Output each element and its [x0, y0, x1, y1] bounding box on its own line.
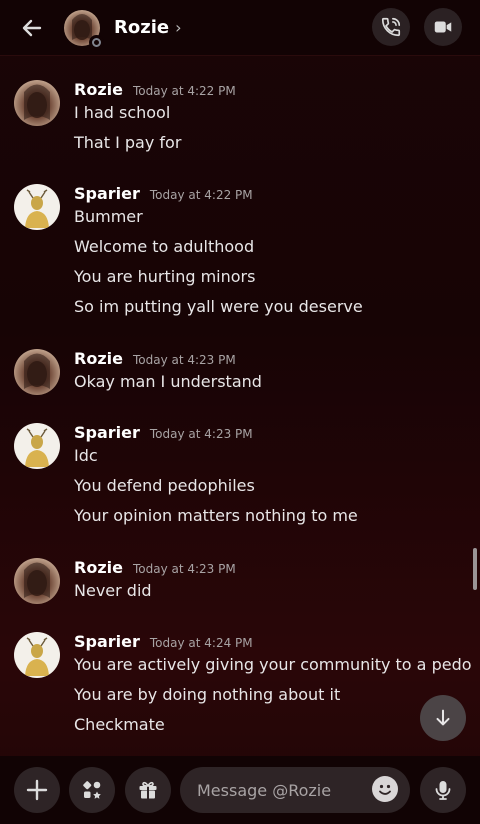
apps-icon: [83, 781, 101, 799]
message-text[interactable]: Never did: [74, 581, 152, 600]
plus-icon: [26, 779, 48, 801]
message-text[interactable]: So im putting yall were you deserve: [74, 297, 363, 316]
message-header: Sparier Today at 4:24 PM: [74, 632, 253, 651]
message-header: Sparier Today at 4:22 PM: [74, 184, 253, 203]
message-text[interactable]: Your opinion matters nothing to me: [74, 506, 358, 525]
timestamp: Today at 4:23 PM: [132, 562, 236, 576]
message-text[interactable]: You are by doing nothing about it: [74, 685, 340, 704]
timestamp: Today at 4:22 PM: [149, 188, 253, 202]
author-name[interactable]: Rozie: [74, 80, 123, 99]
chat-header: Rozie ›: [0, 0, 480, 56]
author-name[interactable]: Rozie: [74, 349, 123, 368]
message-composer: [0, 756, 480, 824]
emoji-icon: [379, 784, 391, 795]
timestamp: Today at 4:23 PM: [132, 353, 236, 367]
message-header: Rozie Today at 4:23 PM: [74, 558, 236, 577]
message-text[interactable]: Welcome to adulthood: [74, 237, 254, 256]
author-name[interactable]: Sparier: [74, 184, 140, 203]
author-name[interactable]: Sparier: [74, 632, 140, 651]
apps-button[interactable]: [69, 767, 115, 813]
contact-avatar[interactable]: [64, 9, 104, 50]
scrollbar[interactable]: [473, 548, 477, 590]
message-header: Rozie Today at 4:23 PM: [74, 349, 236, 368]
avatar[interactable]: [14, 349, 60, 395]
avatar[interactable]: [14, 184, 60, 230]
gift-icon: [139, 781, 157, 799]
jump-to-bottom-button[interactable]: [420, 695, 466, 741]
voice-message-button[interactable]: [420, 767, 466, 813]
message-text[interactable]: Bummer: [74, 207, 143, 226]
microphone-icon: [435, 781, 451, 800]
message-text[interactable]: Checkmate: [74, 715, 165, 734]
message-text[interactable]: You defend pedophiles: [74, 476, 255, 495]
voice-call-button[interactable]: [372, 8, 410, 46]
timestamp: Today at 4:22 PM: [132, 84, 236, 98]
gift-button[interactable]: [125, 767, 171, 813]
back-button[interactable]: [18, 14, 46, 42]
avatar[interactable]: [14, 423, 60, 469]
timestamp: Today at 4:24 PM: [149, 636, 253, 650]
chevron-right-icon[interactable]: ›: [175, 18, 181, 37]
message-text[interactable]: Idc: [74, 446, 98, 465]
message-text[interactable]: Okay man I understand: [74, 372, 262, 391]
phone-call-icon: [381, 17, 401, 37]
video-camera-icon: [434, 21, 452, 33]
message-header: Sparier Today at 4:23 PM: [74, 423, 253, 442]
avatar[interactable]: [14, 558, 60, 604]
message-text[interactable]: I had school: [74, 103, 170, 122]
message-text[interactable]: You are actively giving your community t…: [74, 655, 472, 674]
author-name[interactable]: Rozie: [74, 558, 123, 577]
avatar[interactable]: [14, 80, 60, 126]
message-text[interactable]: You are hurting minors: [74, 267, 255, 286]
avatar[interactable]: [14, 632, 60, 678]
timestamp: Today at 4:23 PM: [149, 427, 253, 441]
add-attachment-button[interactable]: [14, 767, 60, 813]
message-list[interactable]: Rozie Today at 4:22 PM I had school That…: [0, 56, 480, 756]
message-text[interactable]: That I pay for: [74, 133, 181, 152]
emoji-button[interactable]: [372, 776, 398, 802]
video-call-button[interactable]: [424, 8, 462, 46]
author-name[interactable]: Sparier: [74, 423, 140, 442]
arrow-down-icon: [436, 709, 450, 726]
arrow-left-icon: [22, 19, 42, 36]
message-header: Rozie Today at 4:22 PM: [74, 80, 236, 99]
status-indicator: [89, 34, 104, 50]
contact-name[interactable]: Rozie: [114, 17, 169, 38]
